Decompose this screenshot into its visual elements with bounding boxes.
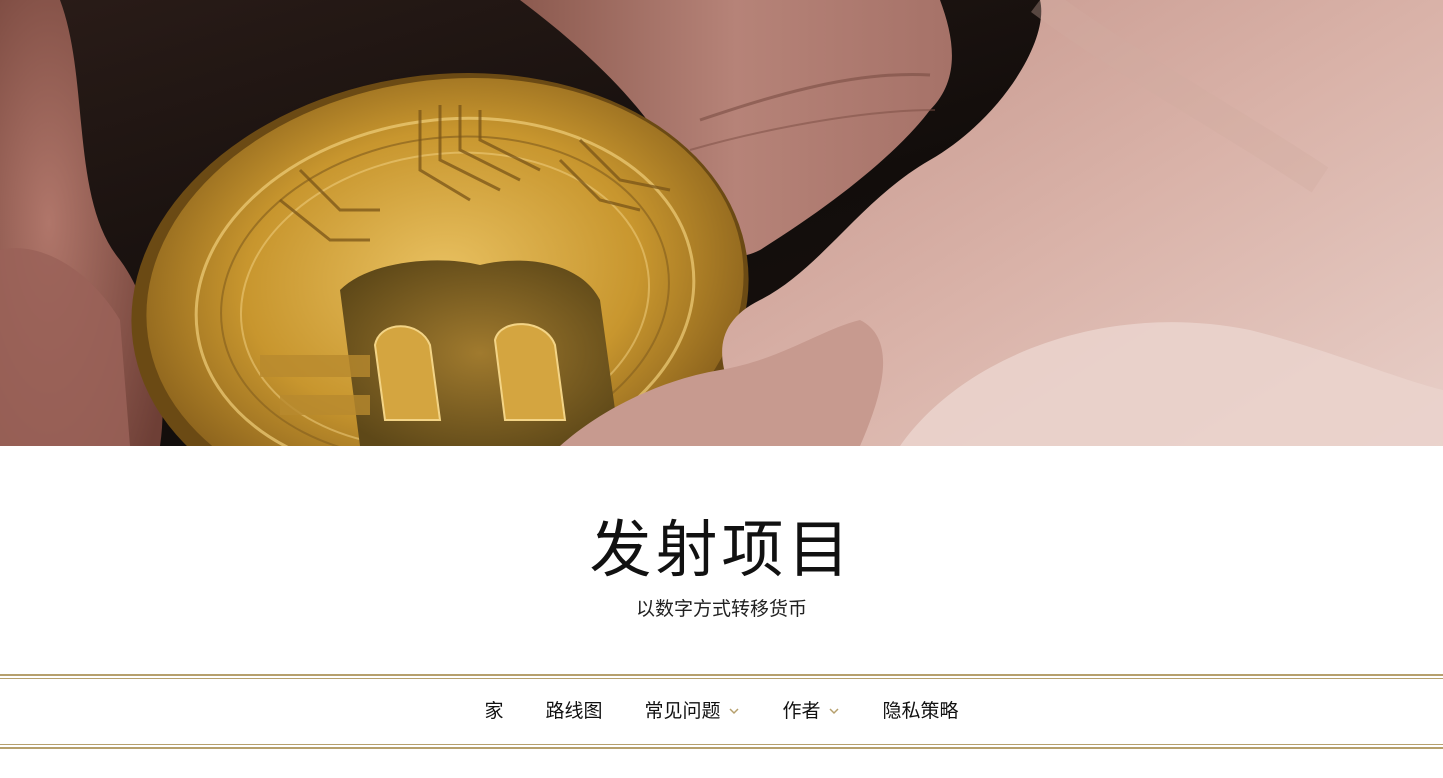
nav-item-roadmap[interactable]: 路线图 xyxy=(545,698,602,724)
site-branding: 发射项目 以数字方式转移货币 xyxy=(0,446,1443,674)
nav-menu: 家 路线图 常见问题 作者 隐私策略 xyxy=(0,698,1443,724)
header-hero-image xyxy=(0,0,1443,446)
nav-top-rule-thin xyxy=(0,678,1443,679)
nav-item-label: 家 xyxy=(484,700,504,722)
nav-top-rule xyxy=(0,674,1443,676)
nav-item-label: 路线图 xyxy=(545,700,603,722)
bitcoin-coin-in-hand-photo xyxy=(0,0,1443,446)
nav-item-label: 隐私策略 xyxy=(882,700,959,722)
nav-bottom-rule xyxy=(0,747,1443,749)
nav-item-label: 作者 xyxy=(782,700,821,722)
chevron-down-icon[interactable] xyxy=(727,704,741,718)
nav-item-author[interactable]: 作者 xyxy=(783,698,841,724)
nav-item-label: 常见问题 xyxy=(644,700,721,722)
site-tagline: 以数字方式转移货币 xyxy=(635,598,807,620)
chevron-down-icon[interactable] xyxy=(827,704,841,718)
page: 发射项目 以数字方式转移货币 家 路线图 常见问题 作者 隐私策略 xyxy=(0,0,1443,778)
site-title[interactable]: 发射项目 xyxy=(0,514,1443,586)
nav-item-home[interactable]: 家 xyxy=(484,698,503,724)
main-navigation: 家 路线图 常见问题 作者 隐私策略 xyxy=(0,674,1443,750)
nav-item-privacy-policy[interactable]: 隐私策略 xyxy=(883,698,959,724)
nav-item-faq[interactable]: 常见问题 xyxy=(644,698,740,724)
nav-bottom-rule-thin xyxy=(0,744,1443,745)
